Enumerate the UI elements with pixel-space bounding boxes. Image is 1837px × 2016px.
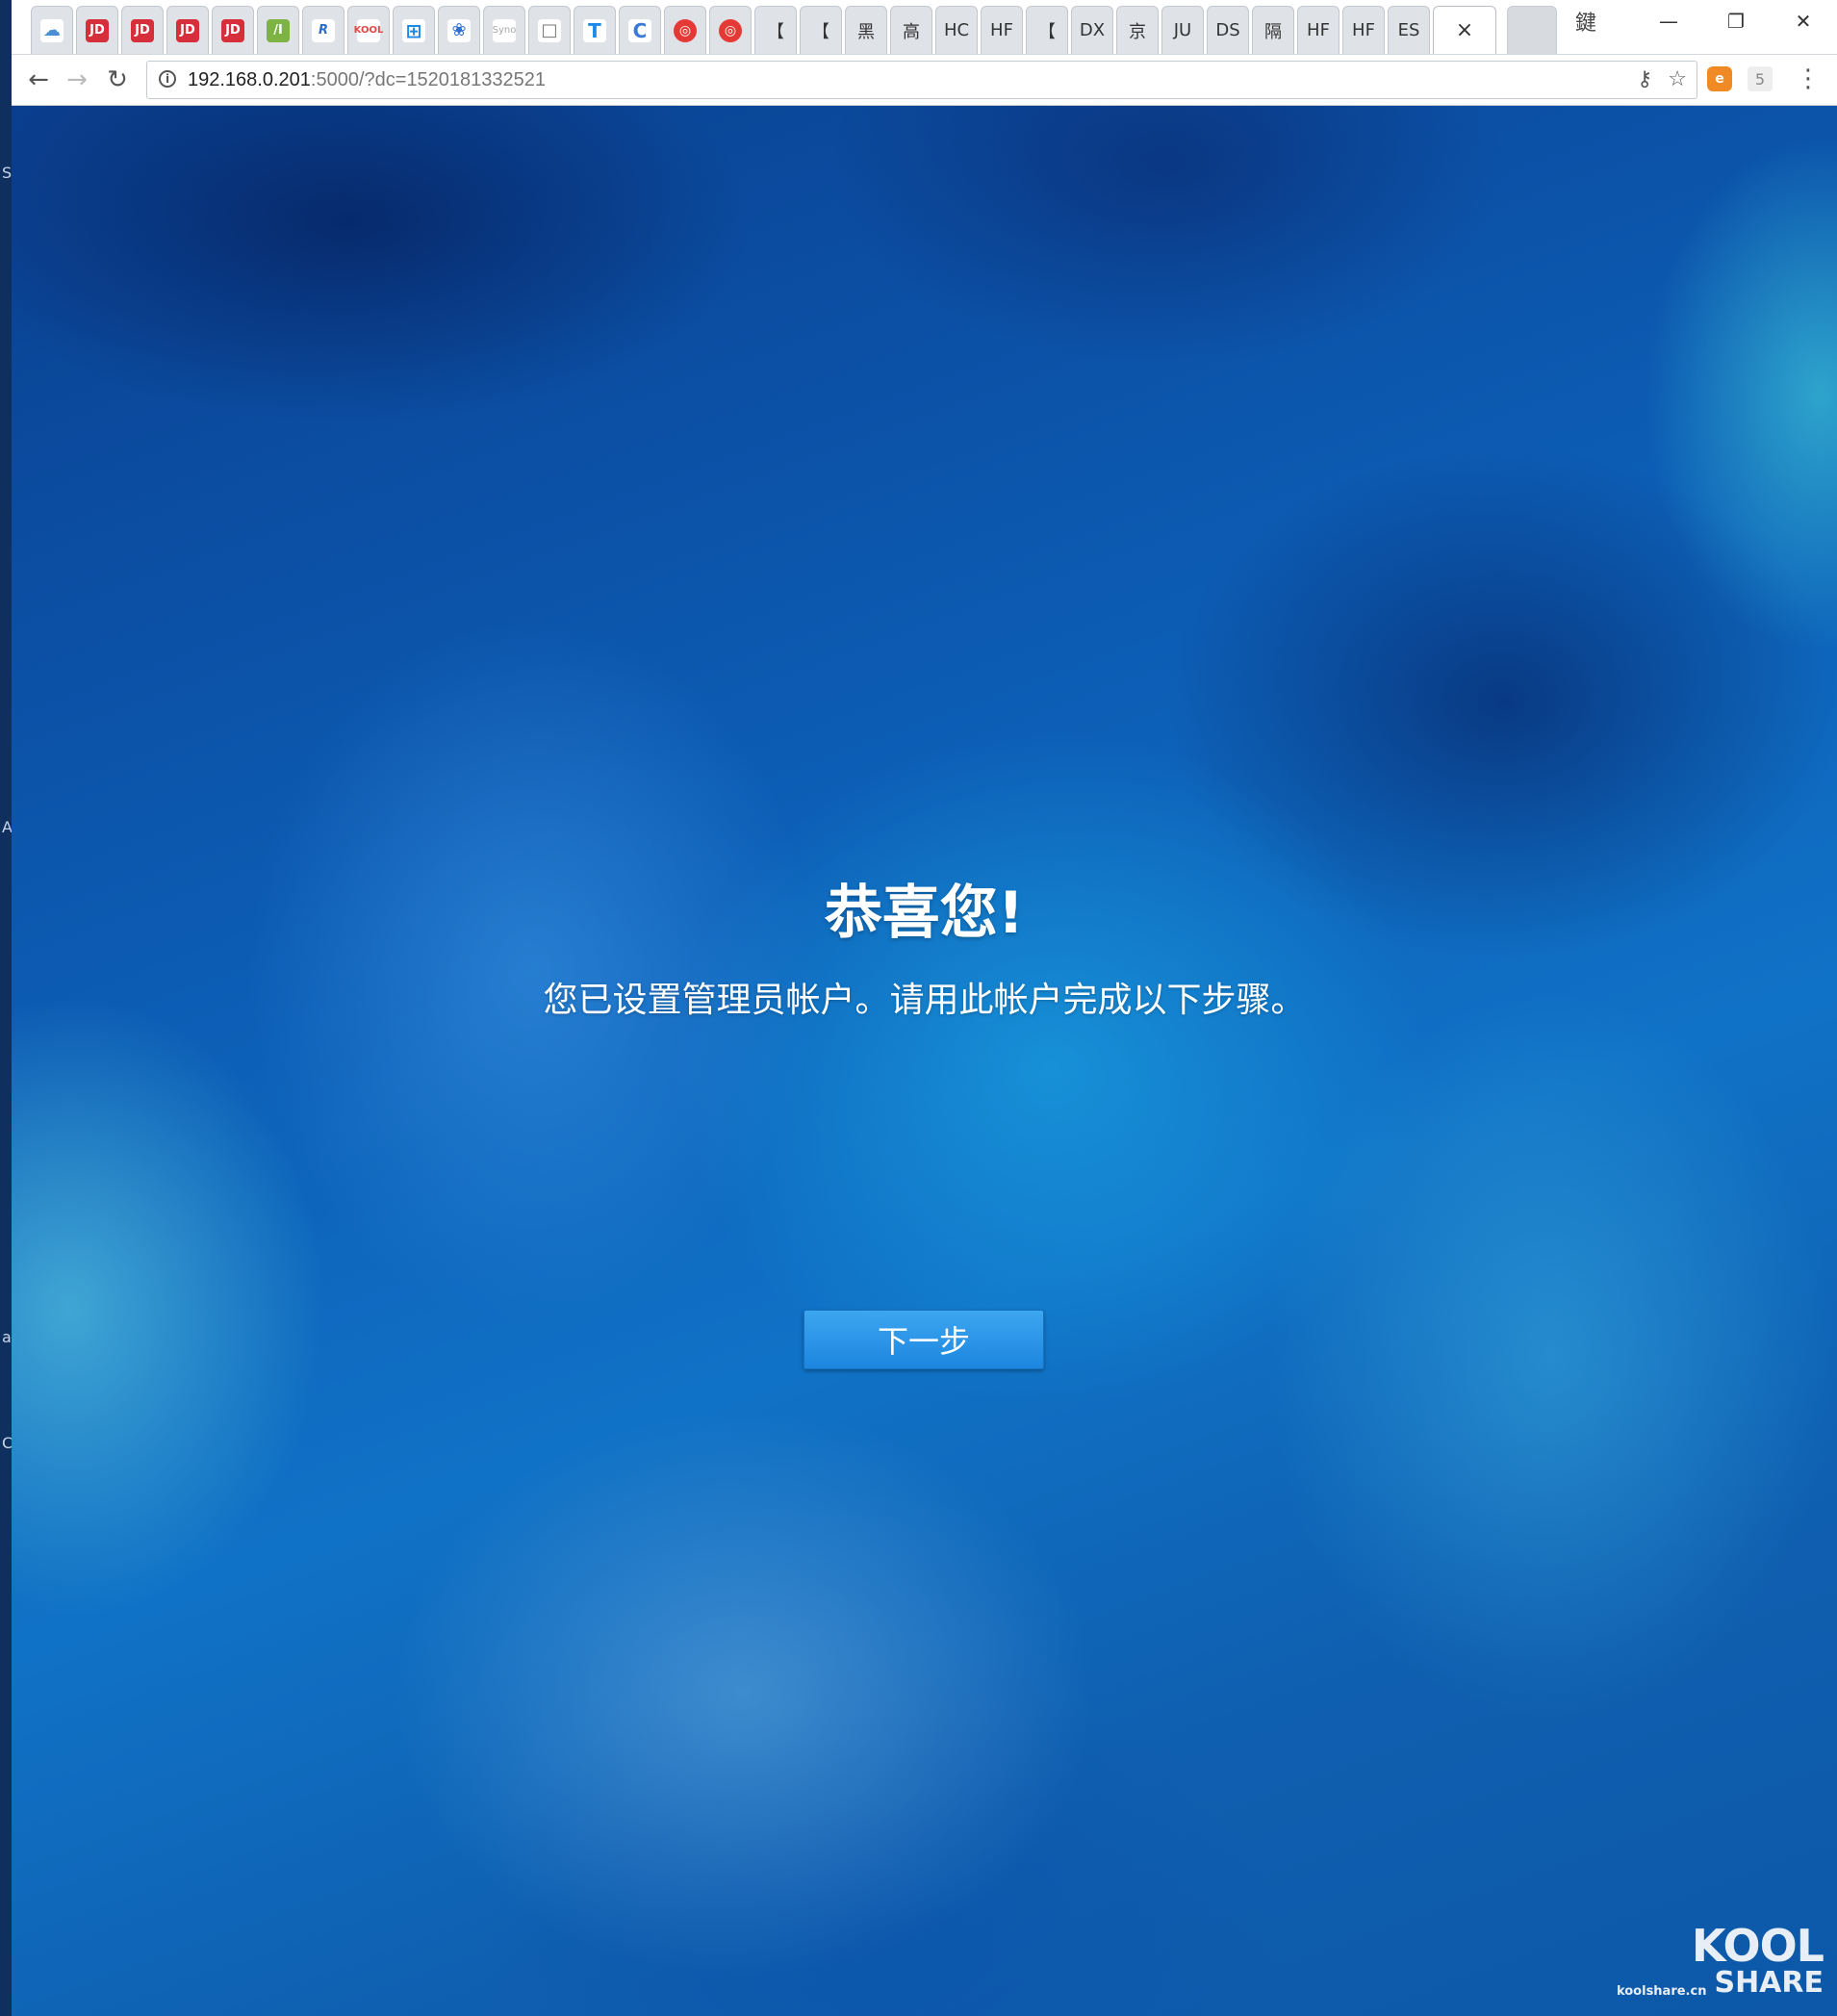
tab-title: HF <box>990 20 1013 40</box>
window-controls: 鍵 — ❐ ✕ <box>1575 0 1837 42</box>
tab-title: 黑 <box>857 21 875 42</box>
browser-tab[interactable]: ◎ <box>709 6 752 54</box>
red-swirl-icon: ◎ <box>719 18 742 42</box>
watermark-site: koolshare.cn <box>1616 1984 1707 1999</box>
tab-title: 京 <box>1129 21 1146 42</box>
extension-icon[interactable]: e <box>1707 66 1732 91</box>
tab-title: JU <box>1173 20 1192 40</box>
address-bar[interactable]: i 192.168.0.201:5000/?dc=1520181332521 ⚷… <box>146 61 1697 99</box>
browser-tab[interactable]: R <box>302 6 344 54</box>
forward-arrow-icon[interactable]: → <box>60 63 94 97</box>
extension-badge-icon[interactable]: 5 <box>1748 66 1773 91</box>
browser-menu-icon[interactable]: ⋮ <box>1796 64 1821 93</box>
red-swirl-icon: ◎ <box>674 18 697 42</box>
back-arrow-icon[interactable]: ← <box>21 63 56 97</box>
title-bar: ☁ JD JD JD JD/I R KOOL ⊞ ❀ Syno □ T C ◎ ◎ 【 【 黑 高 HC HF 【 DX 京 J… <box>12 0 1837 54</box>
reload-icon[interactable]: ↻ <box>100 63 135 97</box>
site-info-icon[interactable]: i <box>159 70 176 88</box>
browser-tab[interactable]: JU <box>1161 6 1204 54</box>
browser-tab[interactable]: HF <box>1297 6 1339 54</box>
close-window-button[interactable]: ✕ <box>1770 10 1837 33</box>
tab-title: HF <box>1352 20 1375 40</box>
tab-title: 高 <box>903 21 920 42</box>
tab-title: 【 <box>812 21 829 42</box>
browser-tab[interactable]: C <box>619 6 661 54</box>
browser-tab[interactable]: /I <box>257 6 299 54</box>
tab-title: ES <box>1397 20 1420 40</box>
browser-tab[interactable]: JD <box>121 6 164 54</box>
key-icon[interactable]: ⚷ <box>1637 67 1652 91</box>
browser-tab[interactable]: 【 <box>800 6 842 54</box>
tab-title: HF <box>1307 20 1330 40</box>
paw-icon: ❀ <box>447 18 471 42</box>
windows-icon: ⊞ <box>402 18 425 42</box>
browser-tab[interactable]: HC <box>935 6 978 54</box>
desktop-edge: S A a C <box>0 0 13 2016</box>
browser-tab[interactable]: ◎ <box>664 6 706 54</box>
new-tab-button[interactable] <box>1507 6 1557 54</box>
browser-tab[interactable]: HF <box>981 6 1023 54</box>
bookmark-star-icon[interactable]: ☆ <box>1668 67 1687 91</box>
next-button[interactable]: 下一步 <box>804 1310 1044 1369</box>
tab-title: 隔 <box>1264 21 1282 42</box>
browser-tab[interactable]: KOOL <box>347 6 390 54</box>
browser-tab[interactable]: DX <box>1071 6 1113 54</box>
browser-tab[interactable]: JD <box>212 6 254 54</box>
r-icon: R <box>312 18 335 42</box>
green-n-icon: /I <box>267 18 290 42</box>
ime-indicator[interactable]: 鍵 <box>1575 6 1596 37</box>
browser-tab[interactable]: Syno <box>483 6 525 54</box>
close-tab-icon[interactable]: × <box>1456 18 1473 42</box>
koolshare-watermark: KOOL koolshare.cn SHARE <box>1617 1924 1824 1999</box>
watermark-brand-top: KOOL <box>1691 1920 1824 1972</box>
tab-title: DS <box>1215 20 1240 40</box>
setup-page: 恭喜您! 您已设置管理员帐户。请用此帐户完成以下步骤。 下一步 KOOL koo… <box>12 106 1837 2016</box>
tab-title: DX <box>1079 20 1106 40</box>
t-icon: T <box>583 18 606 42</box>
c-icon: C <box>628 18 651 42</box>
browser-window: ☁ JD JD JD JD/I R KOOL ⊞ ❀ Syno □ T C ◎ ◎ 【 【 黑 高 HC HF 【 DX 京 J… <box>12 0 1837 2016</box>
url-text[interactable]: 192.168.0.201:5000/?dc=1520181332521 <box>188 69 546 91</box>
page-title: 恭喜您! <box>824 880 1025 947</box>
tab-title: HC <box>943 20 970 40</box>
cloud-icon: ☁ <box>40 18 64 42</box>
restore-button[interactable]: ❐ <box>1702 10 1770 33</box>
browser-tab[interactable]: JD <box>166 6 209 54</box>
tab-title: 【 <box>767 21 784 42</box>
jd-icon: JD <box>221 18 244 42</box>
minimize-button[interactable]: — <box>1635 10 1702 33</box>
active-tab[interactable]: × <box>1433 6 1496 54</box>
browser-tab[interactable]: 京 <box>1116 6 1159 54</box>
browser-tab[interactable]: JD <box>76 6 118 54</box>
browser-tab[interactable]: 高 <box>890 6 932 54</box>
synology-icon: Syno <box>493 18 516 42</box>
browser-tab[interactable]: ☁ <box>31 6 73 54</box>
jd-icon: JD <box>86 18 109 42</box>
browser-tab[interactable]: 黑 <box>845 6 887 54</box>
browser-tab[interactable]: □ <box>528 6 571 54</box>
browser-tab[interactable]: HF <box>1342 6 1385 54</box>
browser-tab[interactable]: T <box>574 6 616 54</box>
koolshare-icon: KOOL <box>354 18 383 42</box>
browser-tab[interactable]: 【 <box>754 6 797 54</box>
watermark-brand-bottom: SHARE <box>1714 1966 1824 2000</box>
jd-icon: JD <box>131 18 154 42</box>
browser-tab[interactable]: 隔 <box>1252 6 1294 54</box>
browser-tab[interactable]: ❀ <box>438 6 480 54</box>
jd-icon: JD <box>176 18 199 42</box>
tab-strip: ☁ JD JD JD JD/I R KOOL ⊞ ❀ Syno □ T C ◎ ◎ 【 【 黑 高 HC HF 【 DX 京 J… <box>31 6 1560 54</box>
document-icon: □ <box>538 18 561 42</box>
page-message: 您已设置管理员帐户。请用此帐户完成以下步骤。 <box>543 981 1306 1020</box>
browser-tab[interactable]: ES <box>1388 6 1430 54</box>
browser-toolbar: ← → ↻ i 192.168.0.201:5000/?dc=152018133… <box>12 54 1837 106</box>
browser-tab[interactable]: 【 <box>1026 6 1068 54</box>
browser-tab[interactable]: DS <box>1207 6 1249 54</box>
browser-tab[interactable]: ⊞ <box>393 6 435 54</box>
tab-title: 【 <box>1038 21 1056 42</box>
